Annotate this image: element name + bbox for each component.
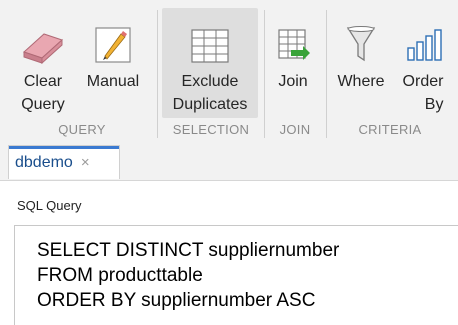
- clear-query-button[interactable]: Clear Query: [12, 8, 74, 118]
- where-label: Where: [337, 73, 385, 90]
- sql-line: FROM producttable: [37, 265, 203, 286]
- join-button[interactable]: Join: [268, 8, 318, 118]
- join-label: Join: [278, 73, 308, 90]
- sql-line: ORDER BY suppliernumber ASC: [37, 290, 316, 311]
- group-label-selection: SELECTION: [172, 122, 250, 137]
- tab-label: dbdemo: [15, 153, 73, 171]
- table-grid-icon: [187, 8, 233, 66]
- exclude-duplicates-button[interactable]: Exclude Duplicates: [162, 8, 258, 118]
- filter-funnel-icon: [344, 8, 378, 66]
- sql-query-label: SQL Query: [17, 198, 82, 213]
- group-label-query: QUERY: [58, 122, 106, 137]
- manual-button[interactable]: Manual: [80, 8, 146, 118]
- manual-label: Manual: [86, 73, 140, 90]
- order-by-label-1: Order: [402, 73, 444, 90]
- tab-dbdemo[interactable]: dbdemo ×: [8, 145, 120, 179]
- separator: [326, 10, 327, 138]
- join-table-icon: [273, 8, 313, 66]
- pencil-icon: [93, 8, 133, 66]
- close-icon[interactable]: ×: [81, 154, 90, 171]
- group-label-join: JOIN: [279, 122, 311, 137]
- toolstrip: Clear Query Manual Exclude Duplicates Jo…: [0, 0, 458, 144]
- exclude-duplicates-label-1: Exclude: [181, 73, 239, 90]
- separator: [157, 10, 158, 138]
- exclude-duplicates-label-2: Duplicates: [172, 96, 248, 113]
- sql-query-text-area[interactable]: SELECT DISTINCT suppliernumber FROM prod…: [14, 225, 458, 325]
- order-by-button[interactable]: Order By: [398, 8, 448, 118]
- group-label-criteria: CRITERIA: [358, 122, 422, 137]
- separator: [264, 10, 265, 138]
- order-by-label-2: By: [424, 96, 444, 113]
- eraser-icon: [18, 8, 68, 66]
- document-tab-bar: dbdemo ×: [0, 143, 458, 181]
- clear-query-label-1: Clear: [23, 73, 63, 90]
- clear-query-label-2: Query: [21, 96, 65, 113]
- where-button[interactable]: Where: [332, 8, 390, 118]
- sql-line: SELECT DISTINCT suppliernumber: [37, 240, 340, 261]
- sort-bars-icon: [403, 8, 443, 66]
